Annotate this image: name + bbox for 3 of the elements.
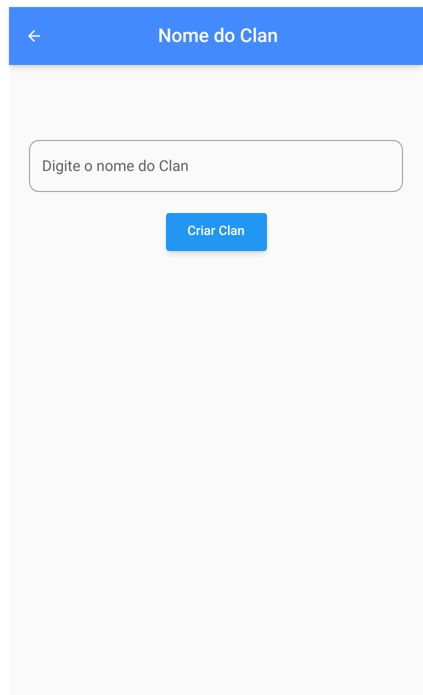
clan-name-field[interactable]: Digite o nome do Clan bbox=[29, 140, 403, 192]
screen-title: Nome do Clan bbox=[157, 22, 278, 49]
create-clan-button[interactable]: Criar Clan bbox=[166, 213, 266, 251]
